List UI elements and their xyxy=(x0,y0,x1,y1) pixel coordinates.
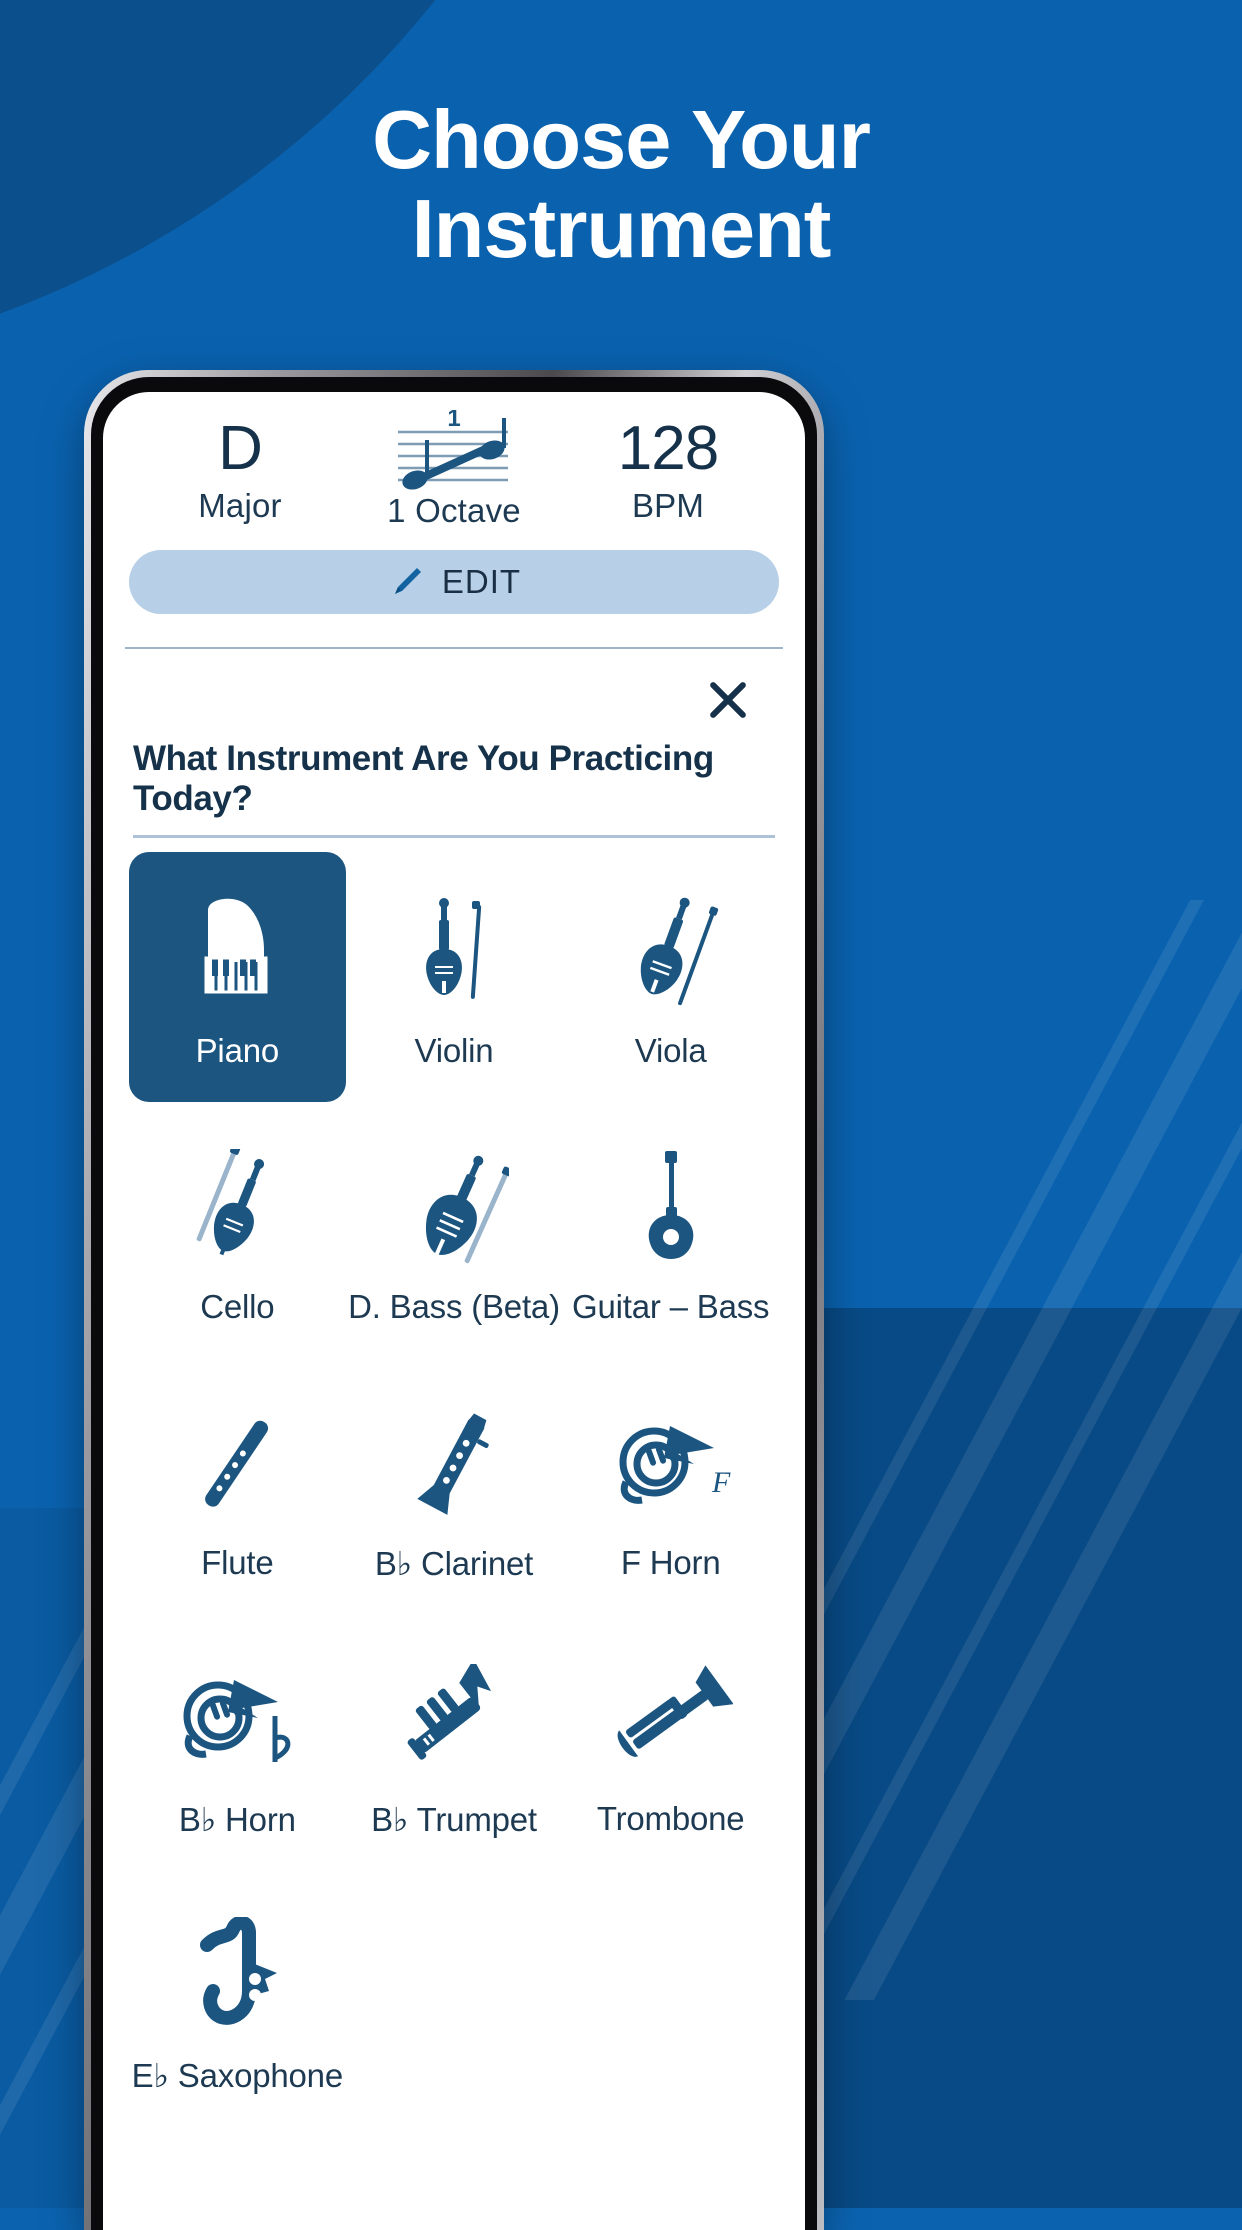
dialog-close-row xyxy=(103,649,805,729)
key-value: D xyxy=(218,414,263,483)
instrument-label: B♭ Clarinet xyxy=(374,1545,534,1582)
instrument-label: Piano xyxy=(195,1032,280,1069)
close-icon[interactable] xyxy=(699,671,757,729)
instrument-label: B♭ Trumpet xyxy=(371,1801,537,1838)
tempo-label: BPM xyxy=(631,487,705,525)
french-horn-f-icon: F xyxy=(608,1398,734,1530)
svg-text:1: 1 xyxy=(447,410,460,432)
instrument-label: Cello xyxy=(200,1288,275,1325)
instrument-grid: Piano Violin Viola Cello D. Bass (Beta) … xyxy=(103,838,805,2126)
practice-settings-header: D Major 1 1 Octave 128 BPM xyxy=(103,392,805,530)
octave-setting[interactable]: 1 1 Octave xyxy=(347,410,561,530)
violin-icon xyxy=(408,886,500,1018)
instrument-label: E♭ Saxophone xyxy=(131,2057,344,2094)
double-bass-icon xyxy=(399,1142,509,1274)
instrument-tile-viola[interactable]: Viola xyxy=(562,852,779,1102)
saxophone-icon xyxy=(185,1910,289,2042)
key-label: Major xyxy=(198,487,282,525)
instrument-tile-clarinet[interactable]: B♭ Clarinet xyxy=(346,1364,563,1614)
page-title: Choose Your Instrument xyxy=(0,93,1242,275)
instrument-question: What Instrument Are You Practicing Today… xyxy=(133,739,714,818)
instrument-label: Violin xyxy=(414,1032,494,1069)
music-staff-octave-icon: 1 xyxy=(347,410,561,490)
instrument-tile-saxophone[interactable]: E♭ Saxophone xyxy=(129,1876,346,2126)
background-stripes-right xyxy=(812,900,1242,2000)
instrument-tile-french-horn-bb[interactable]: B♭ Horn xyxy=(129,1620,346,1870)
instrument-tile-violin[interactable]: Violin xyxy=(346,852,563,1102)
svg-text:F: F xyxy=(711,1466,731,1499)
edit-button-label: EDIT xyxy=(441,563,522,600)
pencil-icon xyxy=(387,563,425,601)
phone-screen: D Major 1 1 Octave 128 BPM EDIT What Ins… xyxy=(103,392,805,2230)
instrument-label: Guitar – Bass xyxy=(572,1288,770,1325)
piano-icon xyxy=(178,886,296,1018)
instrument-tile-piano[interactable]: Piano xyxy=(129,852,346,1102)
french-horn-bb-icon xyxy=(174,1654,300,1786)
page-title-line-1: Choose Your xyxy=(372,93,871,186)
key-setting[interactable]: D Major xyxy=(133,416,347,530)
instrument-label: D. Bass (Beta) xyxy=(348,1288,560,1325)
trumpet-icon xyxy=(395,1654,513,1786)
instrument-label: Trombone xyxy=(596,1800,745,1837)
instrument-tile-trombone[interactable]: Trombone xyxy=(562,1620,779,1870)
instrument-tile-double-bass[interactable]: D. Bass (Beta) xyxy=(346,1108,563,1358)
bass-guitar-icon xyxy=(625,1142,717,1274)
phone-mockup: D Major 1 1 Octave 128 BPM EDIT What Ins… xyxy=(84,370,824,2230)
instrument-tile-bass-guitar[interactable]: Guitar – Bass xyxy=(562,1108,779,1358)
instrument-tile-flute[interactable]: Flute xyxy=(129,1364,346,1614)
flute-icon xyxy=(185,1398,289,1530)
tempo-setting[interactable]: 128 BPM xyxy=(561,416,775,530)
phone-bezel: D Major 1 1 Octave 128 BPM EDIT What Ins… xyxy=(91,377,817,2230)
page-title-line-2: Instrument xyxy=(411,181,832,275)
cello-icon xyxy=(185,1142,289,1274)
instrument-label: B♭ Horn xyxy=(178,1801,296,1838)
tempo-value: 128 xyxy=(617,414,719,483)
instrument-label: Viola xyxy=(634,1032,707,1069)
viola-icon xyxy=(619,886,723,1018)
instrument-label: Flute xyxy=(201,1544,274,1581)
instrument-tile-cello[interactable]: Cello xyxy=(129,1108,346,1358)
edit-button[interactable]: EDIT xyxy=(129,550,779,614)
instrument-label: F Horn xyxy=(620,1544,721,1581)
trombone-icon xyxy=(609,1654,733,1786)
octave-label: 1 Octave xyxy=(387,492,521,529)
instrument-tile-french-horn-f[interactable]: F F Horn xyxy=(562,1364,779,1614)
clarinet-icon xyxy=(402,1398,506,1530)
instrument-tile-trumpet[interactable]: B♭ Trumpet xyxy=(346,1620,563,1870)
